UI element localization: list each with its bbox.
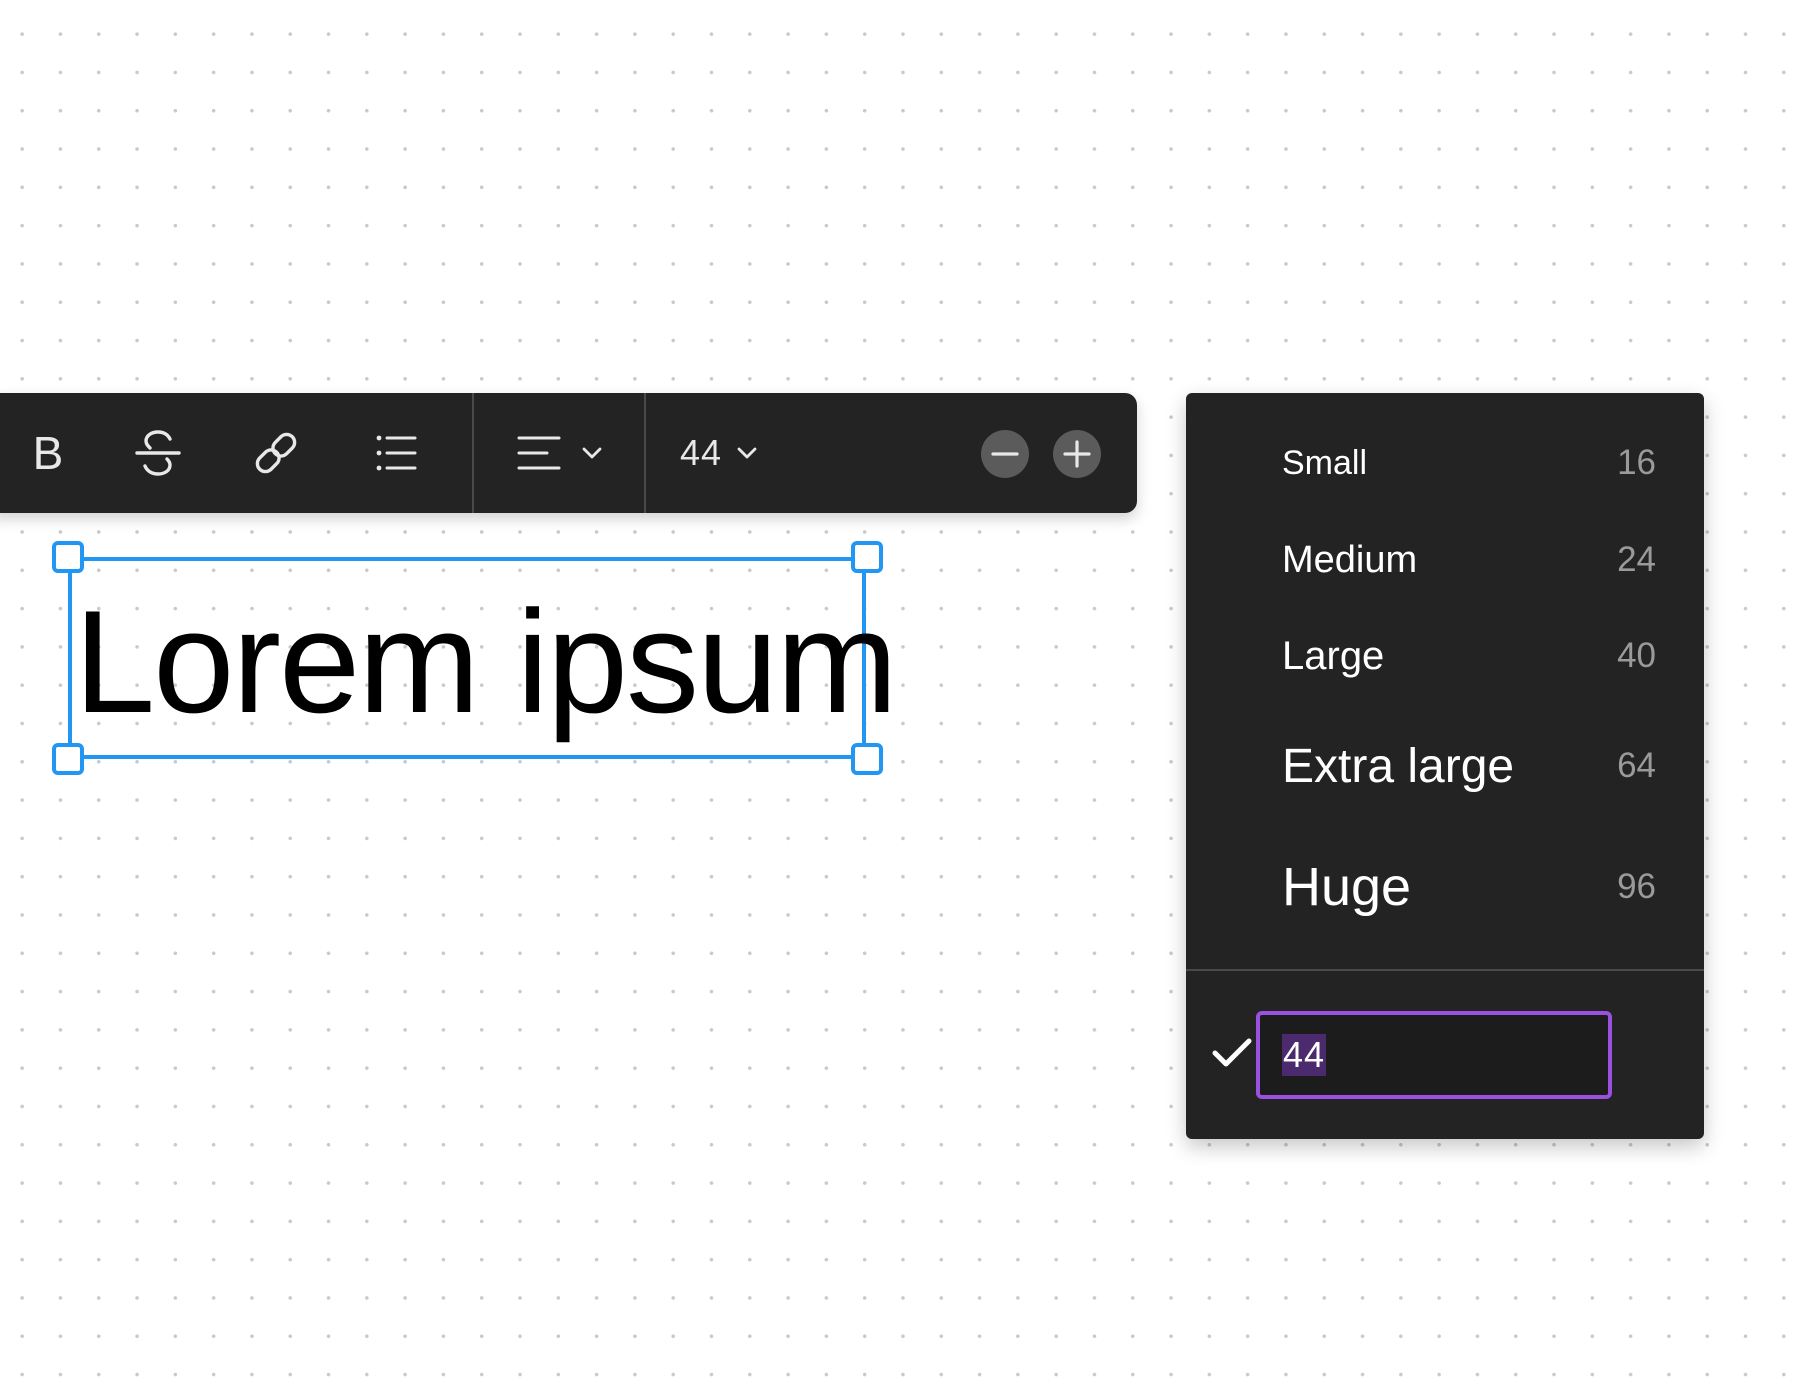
font-size-option-small[interactable]: Small 16 xyxy=(1282,433,1656,493)
resize-handle-bottom-left[interactable] xyxy=(52,743,84,775)
font-size-option-extra-large[interactable]: Extra large 64 xyxy=(1282,723,1656,809)
bold-button[interactable]: B xyxy=(18,393,78,513)
option-label: Huge xyxy=(1282,857,1412,917)
custom-font-size-input[interactable]: 44 xyxy=(1256,1011,1612,1099)
strikethrough-button[interactable] xyxy=(122,393,194,513)
resize-handle-top-left[interactable] xyxy=(52,541,84,573)
font-size-dropdown[interactable]: 44 xyxy=(680,393,780,513)
font-size-option-medium[interactable]: Medium 24 xyxy=(1282,525,1656,595)
chevron-down-icon xyxy=(737,447,757,459)
option-size: 24 xyxy=(1617,540,1656,579)
strikethrough-icon xyxy=(135,430,181,476)
toolbar-divider xyxy=(472,393,474,513)
font-size-menu: Small 16 Medium 24 Large 40 Extra large … xyxy=(1186,393,1704,1139)
custom-font-size-value: 44 xyxy=(1282,1034,1327,1076)
option-label: Large xyxy=(1282,633,1385,678)
font-size-value: 44 xyxy=(680,432,723,473)
text-align-dropdown[interactable] xyxy=(510,393,610,513)
option-label: Extra large xyxy=(1282,739,1515,793)
resize-handle-bottom-right[interactable] xyxy=(851,743,883,775)
option-size: 40 xyxy=(1617,636,1656,675)
option-size: 96 xyxy=(1617,867,1656,906)
font-size-option-large[interactable]: Large 40 xyxy=(1282,621,1656,691)
bulleted-list-button[interactable] xyxy=(360,393,432,513)
chevron-down-icon xyxy=(582,447,602,459)
checkmark-icon xyxy=(1212,1038,1252,1067)
font-size-option-huge[interactable]: Huge 96 xyxy=(1282,839,1656,935)
canvas-text-element[interactable]: Lorem ipsum xyxy=(74,582,898,742)
minus-circle-icon xyxy=(991,452,1019,456)
toolbar-divider xyxy=(644,393,646,513)
option-label: Medium xyxy=(1282,538,1418,581)
decrease-font-size-button[interactable] xyxy=(981,430,1029,478)
menu-divider xyxy=(1186,969,1704,971)
bulleted-list-icon xyxy=(376,435,417,471)
link-button[interactable] xyxy=(240,393,312,513)
align-left-icon xyxy=(517,436,561,470)
resize-handle-top-right[interactable] xyxy=(851,541,883,573)
option-size: 64 xyxy=(1617,746,1656,785)
increase-font-size-button[interactable] xyxy=(1053,430,1101,478)
text-format-toolbar: B 44 xyxy=(0,393,1137,513)
option-label: Small xyxy=(1282,443,1368,482)
bold-icon: B xyxy=(32,427,64,479)
option-size: 16 xyxy=(1617,443,1656,482)
plus-circle-icon xyxy=(1063,440,1091,468)
link-icon xyxy=(255,432,297,474)
